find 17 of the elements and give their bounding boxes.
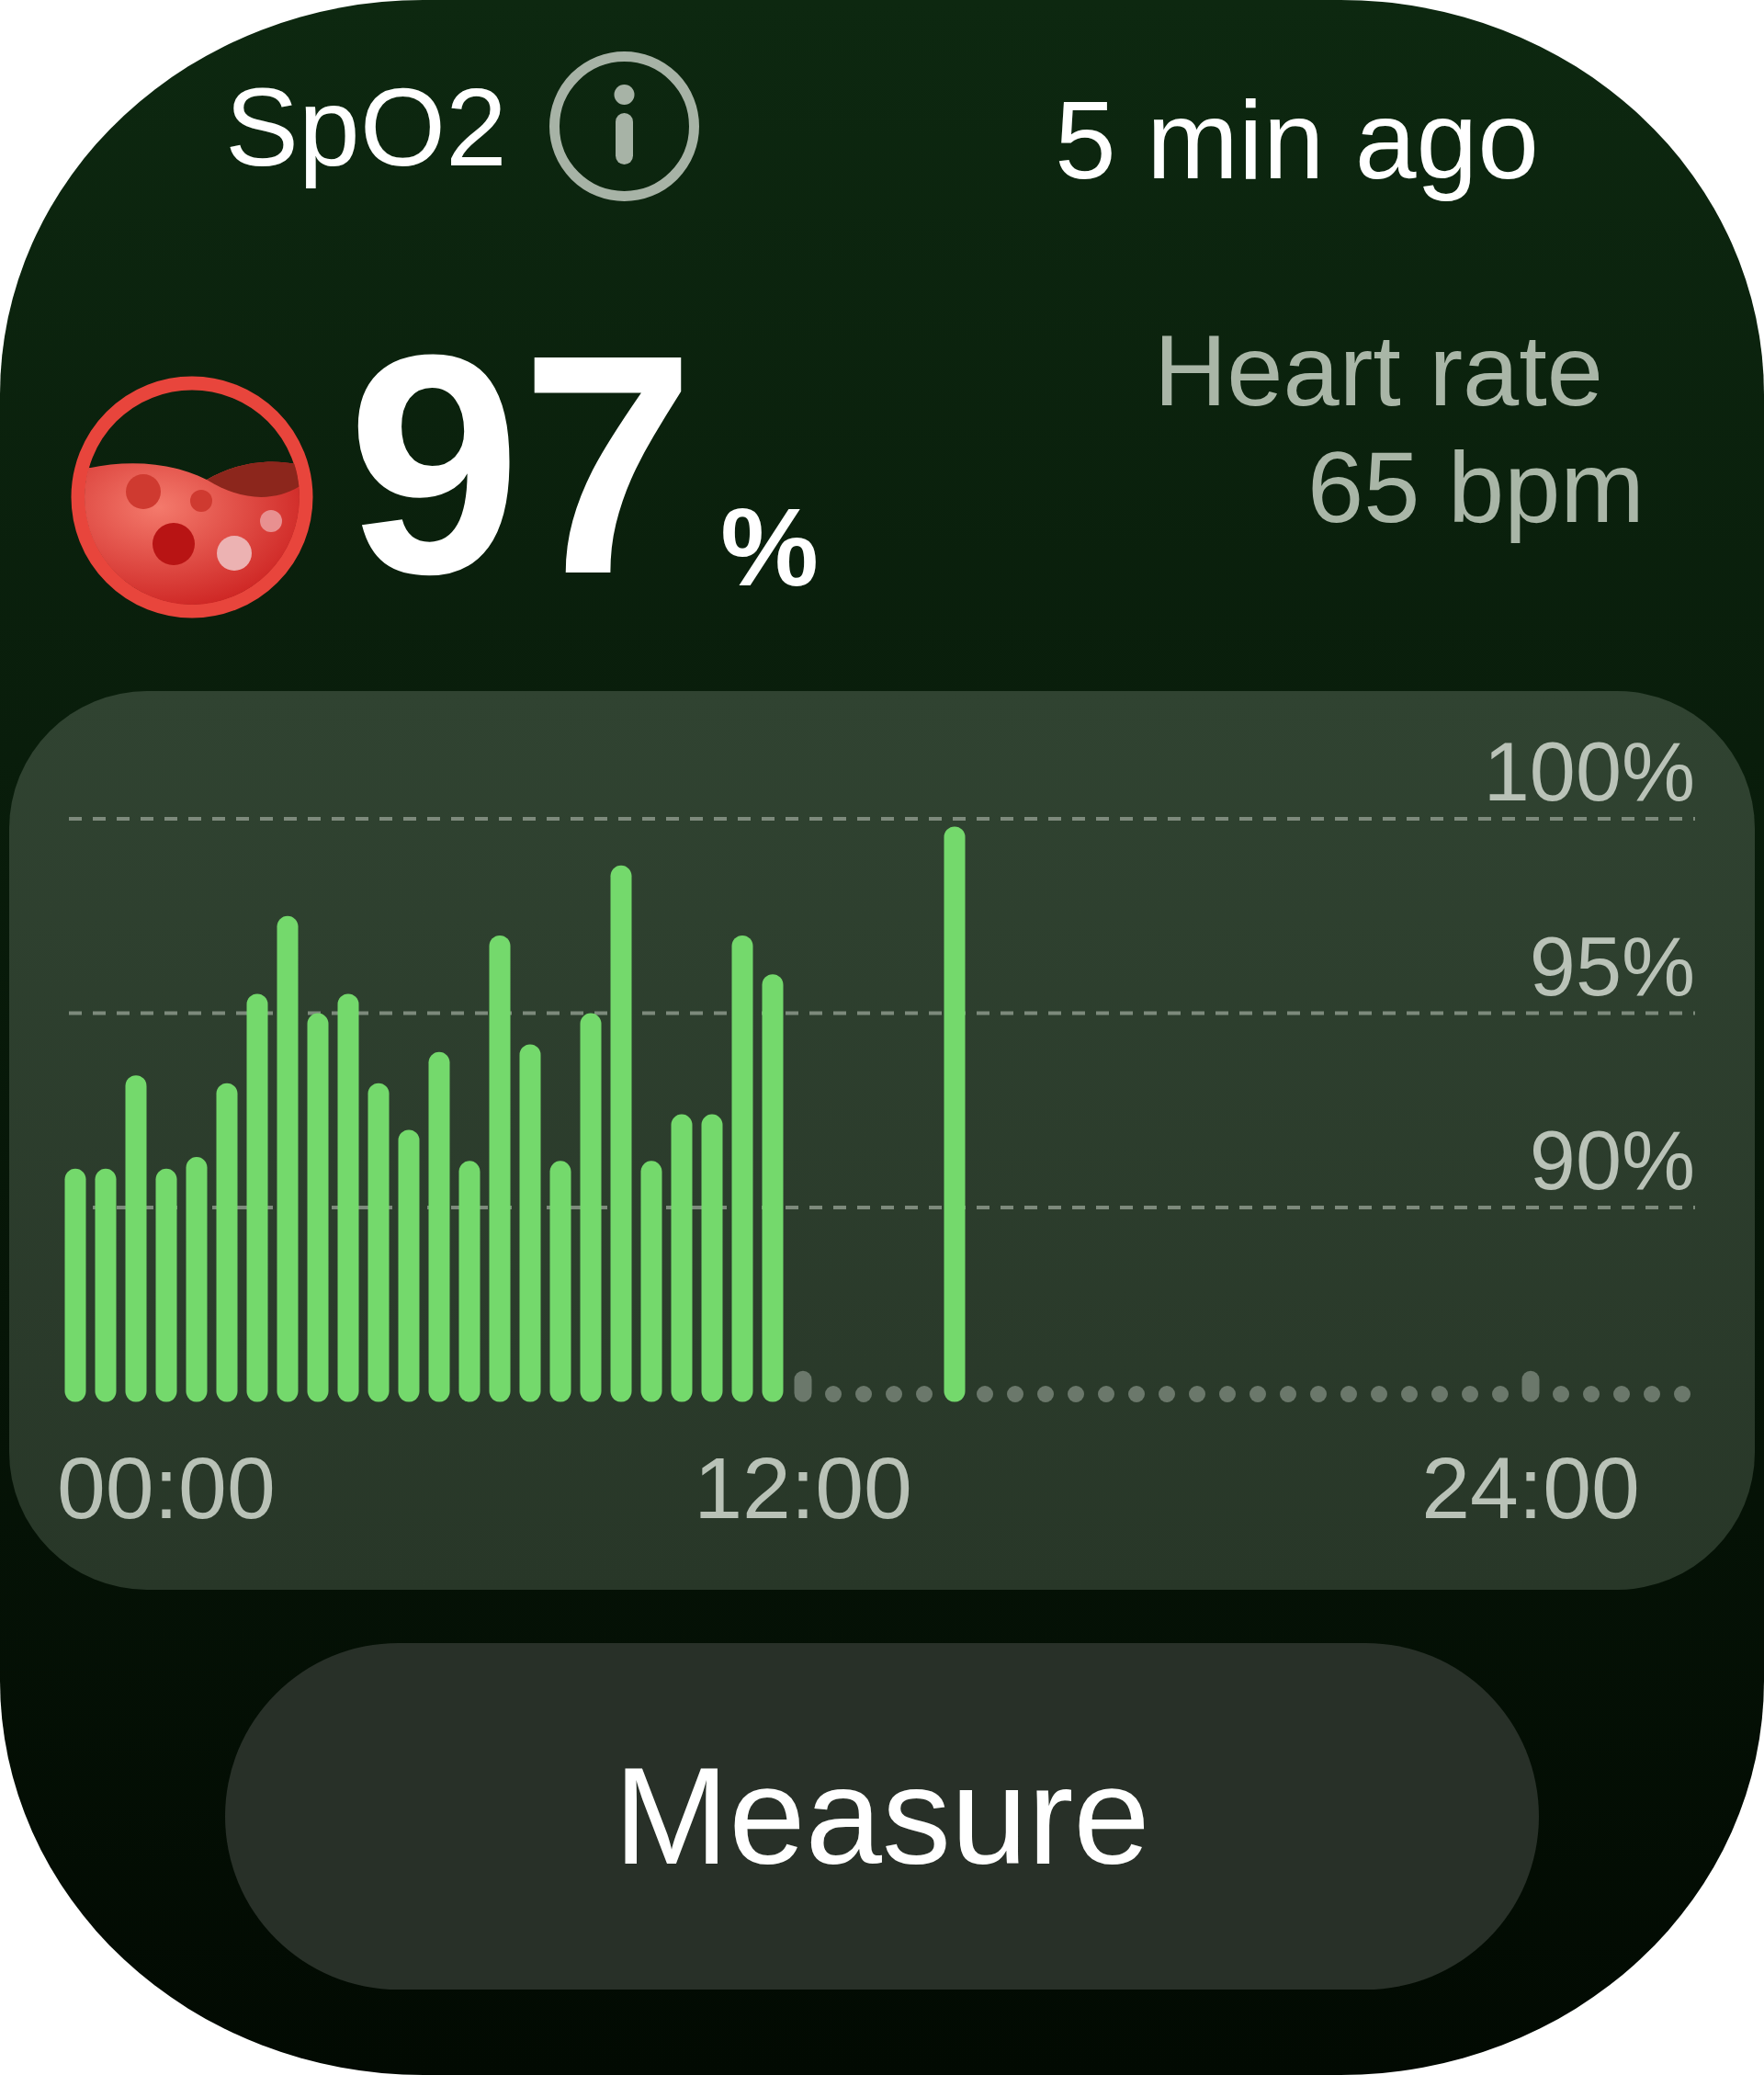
info-icon[interactable]: [548, 51, 700, 202]
y-axis-label: 90%: [1529, 1115, 1695, 1208]
x-axis-label: 00:00: [57, 1439, 276, 1536]
spo2-value: 97: [347, 308, 695, 620]
x-axis-label: 24:00: [1421, 1439, 1640, 1536]
heart-rate-value: 65 bpm: [1307, 428, 1645, 545]
bar: [794, 1370, 812, 1402]
metric-title: SpO2: [225, 63, 507, 190]
x-axis-label: 12:00: [694, 1439, 912, 1536]
liquid-ball-icon: [69, 374, 315, 620]
bar: [1521, 1370, 1540, 1402]
measure-button[interactable]: Measure: [225, 1643, 1539, 1990]
y-axis-label: 100%: [1483, 726, 1695, 818]
last-updated-time: 5 min ago: [1055, 77, 1539, 203]
heart-rate-label: Heart rate: [1153, 312, 1603, 428]
percent-unit: %: [720, 492, 819, 602]
y-axis-label: 95%: [1529, 920, 1695, 1013]
